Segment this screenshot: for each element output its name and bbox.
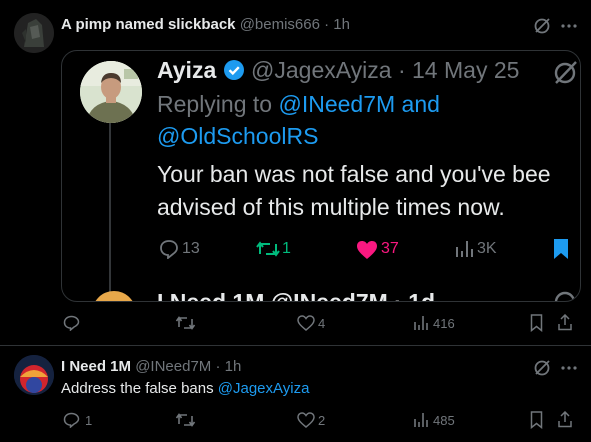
post-header: A pimp named slickback @bemis666 · 1h [61, 16, 350, 33]
mention-link[interactable]: @JagexAyiza [218, 380, 310, 397]
replying-to-prefix: Replying to [157, 91, 273, 117]
post-header: I Need 1M @INeed7M · 1h [61, 358, 241, 375]
quoted-views-count[interactable]: 3K [477, 240, 497, 258]
post-text: Address the false bans @JagexAyiza [61, 380, 309, 397]
next-author-partial[interactable]: I Need 1M @INeed7M · 1d [157, 289, 435, 301]
quoted-author-name[interactable]: Ayiza [157, 57, 216, 83]
quoted-retweet-count[interactable]: 1 [282, 240, 291, 258]
avatar[interactable] [14, 355, 54, 395]
replying-to-and: and [401, 91, 440, 117]
like-count[interactable]: 4 [318, 316, 325, 331]
avatar-image-icon [14, 13, 54, 53]
retweet-icon[interactable] [175, 315, 196, 331]
verified-badge-icon [223, 60, 244, 80]
quoted-grok-icon[interactable] [552, 60, 578, 86]
post-time[interactable]: · 1h [324, 16, 350, 33]
views-icon[interactable] [413, 315, 429, 331]
quoted-avatar[interactable] [80, 61, 142, 123]
author-handle[interactable]: @bemis666 [240, 16, 320, 33]
author-name[interactable]: A pimp named slickback [61, 16, 236, 33]
more-icon[interactable] [561, 24, 577, 28]
author-name[interactable]: I Need 1M [61, 358, 131, 375]
views-count[interactable]: 416 [433, 316, 455, 331]
share-icon[interactable] [557, 411, 573, 428]
like-icon[interactable] [297, 315, 315, 331]
like-icon[interactable] [297, 412, 315, 428]
avatar-image-icon [14, 355, 54, 395]
post-divider [0, 345, 591, 346]
retweet-icon[interactable] [175, 412, 196, 428]
post-time[interactable]: · 1h [215, 358, 241, 375]
quoted-avatar-image-icon [80, 61, 142, 123]
quoted-like-icon[interactable] [356, 240, 378, 260]
quoted-text-line-2: advised of this multiple times now. [157, 194, 505, 220]
quoted-date[interactable]: · 14 May 25 [398, 57, 519, 83]
like-count[interactable]: 2 [318, 413, 325, 428]
author-handle[interactable]: @INeed7M [135, 358, 211, 375]
quoted-text: Your ban was not false and you've bee ad… [157, 158, 551, 224]
quoted-header: Ayiza @JagexAyiza · 14 May 25 [157, 57, 519, 84]
quoted-text-line-1: Your ban was not false and you've bee [157, 161, 551, 187]
reply-icon[interactable] [63, 412, 80, 428]
bookmark-icon[interactable] [530, 411, 543, 429]
quoted-views-icon[interactable] [454, 239, 474, 259]
grok-icon[interactable] [533, 359, 551, 377]
replying-to-link-2[interactable]: @OldSchoolRS [157, 123, 318, 150]
next-avatar[interactable] [92, 291, 136, 301]
views-count[interactable]: 485 [433, 413, 455, 428]
quoted-author-handle[interactable]: @JagexAyiza [251, 57, 392, 83]
replying-to: Replying to @INeed7M and [157, 91, 440, 118]
grok-icon[interactable] [533, 17, 551, 35]
quoted-reply-icon[interactable] [159, 239, 179, 259]
quoted-retweet-icon[interactable] [256, 240, 280, 258]
thread-line [109, 123, 111, 301]
post-text-body: Address the false bans [61, 380, 214, 397]
quoted-tweet[interactable]: Ayiza @JagexAyiza · 14 May 25 Replying t… [61, 50, 581, 302]
reply-icon[interactable] [63, 315, 80, 331]
quoted-like-count[interactable]: 37 [381, 240, 399, 258]
quoted-reply-count[interactable]: 13 [182, 240, 200, 258]
next-grok-icon[interactable] [552, 289, 578, 302]
avatar[interactable] [14, 13, 54, 53]
reply-count[interactable]: 1 [85, 413, 92, 428]
share-icon[interactable] [557, 314, 573, 331]
more-icon[interactable] [561, 366, 577, 370]
replying-to-link-1[interactable]: @INeed7M [278, 91, 395, 117]
quoted-bookmark-icon[interactable] [553, 238, 569, 260]
views-icon[interactable] [413, 412, 429, 428]
bookmark-icon[interactable] [530, 314, 543, 332]
